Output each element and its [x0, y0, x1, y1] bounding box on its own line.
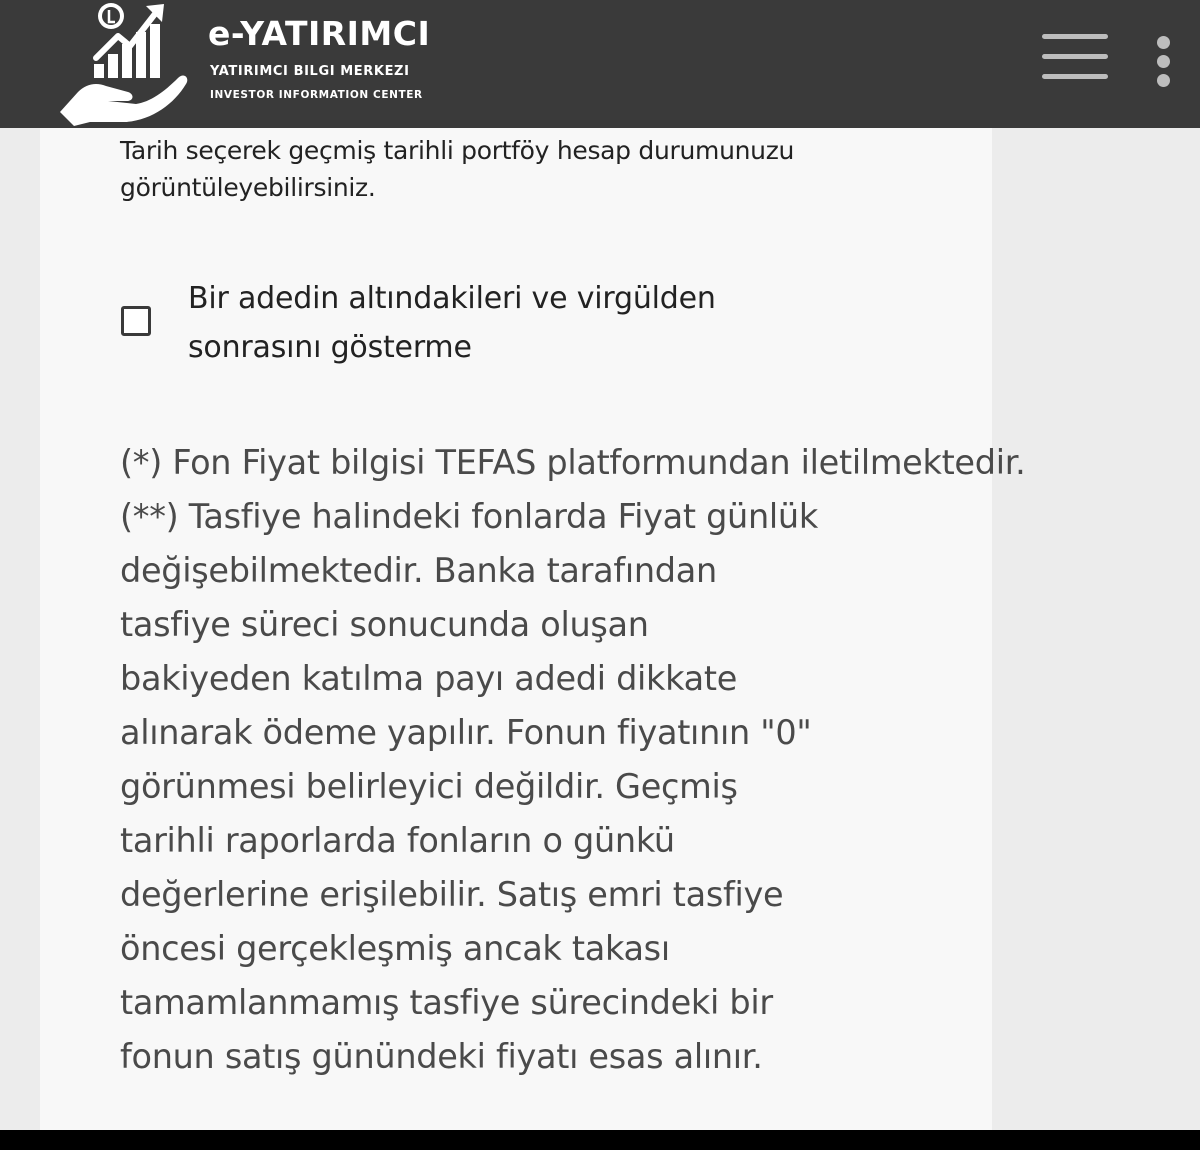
logo-icon	[60, 3, 188, 126]
hide-fractions-checkbox[interactable]	[121, 306, 151, 336]
note-line: tamamlanmamış tasfiye sürecindeki bir	[120, 983, 773, 1022]
brand-subtitle: YATIRIMCI BILGI MERKEZI	[210, 64, 410, 79]
menu-line	[1042, 54, 1108, 59]
brand-subtitle-english: INVESTOR INFORMATION CENTER	[210, 89, 423, 101]
menu-line	[1042, 74, 1108, 79]
menu-line	[1042, 34, 1108, 39]
hide-fractions-label[interactable]: Bir adedin altındakileri ve virgülden so…	[188, 274, 828, 372]
dot	[1157, 36, 1170, 49]
page: e-YATIRIMCI YATIRIMCI BILGI MERKEZI INVE…	[0, 0, 1200, 1150]
bottom-edge-bar	[0, 1130, 1200, 1150]
vertical-dots-icon[interactable]	[1148, 34, 1180, 90]
checkbox-label-line: sonrasını gösterme	[188, 330, 472, 365]
dot	[1157, 74, 1170, 87]
intro-line: görüntüleyebilirsiniz.	[120, 173, 376, 202]
dot	[1157, 55, 1170, 68]
note-line: öncesi gerçekleşmiş ancak takası	[120, 929, 670, 968]
app-header: e-YATIRIMCI YATIRIMCI BILGI MERKEZI INVE…	[0, 0, 1200, 128]
checkbox-label-line: Bir adedin altındakileri ve virgülden	[188, 281, 716, 316]
intro-line: Tarih seçerek geçmiş tarihli portföy hes…	[120, 136, 795, 165]
intro-text: Tarih seçerek geçmiş tarihli portföy hes…	[120, 132, 980, 206]
hamburger-menu-icon[interactable]	[1036, 30, 1116, 90]
note-line: (**) Tasfiye halindeki fonlarda Fiyat gü…	[120, 497, 818, 536]
note-line: alınarak ödeme yapılır. Fonun fiyatının …	[120, 713, 812, 752]
note-line: değerlerine erişilebilir. Satış emri tas…	[120, 875, 784, 914]
note-line: bakiyeden katılma payı adedi dikkate	[120, 659, 738, 698]
note-line: tarihli raporlarda fonların o günkü	[120, 821, 675, 860]
note-line: fonun satış günündeki fiyatı esas alınır…	[120, 1037, 763, 1076]
tefas-price-note: (*) Fon Fiyat bilgisi TEFAS platformunda…	[120, 443, 1026, 482]
note-line: değişebilmektedir. Banka tarafından	[120, 551, 717, 590]
liquidation-note: (**) Tasfiye halindeki fonlarda Fiyat gü…	[120, 490, 1200, 1084]
note-line: görünmesi belirleyici değildir. Geçmiş	[120, 767, 738, 806]
content-card: Tarih seçerek geçmiş tarihli portföy hes…	[40, 128, 1026, 1130]
note-line: tasfiye süreci sonucunda oluşan	[120, 605, 649, 644]
brand-title: e-YATIRIMCI	[208, 14, 431, 53]
